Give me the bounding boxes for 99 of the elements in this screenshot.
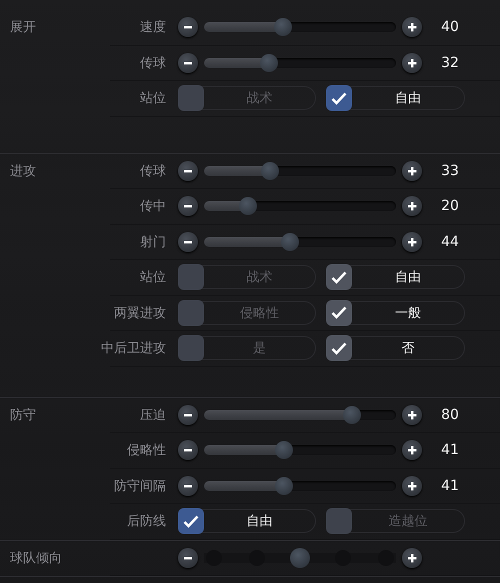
section-title: 球队倾向 (9, 550, 63, 566)
setting-label: 传中 (139, 198, 166, 216)
plus-icon (407, 22, 417, 32)
decrease-button[interactable] (178, 52, 198, 73)
checkbox[interactable] (178, 335, 204, 362)
slider-thumb[interactable] (238, 197, 257, 216)
decrease-button[interactable] (178, 404, 198, 425)
slider-value: 32 (440, 54, 460, 71)
option-label: 是 (252, 340, 267, 358)
slider-thumb[interactable] (260, 54, 278, 72)
slider-thumb[interactable] (280, 232, 299, 251)
slider-value: 41 (440, 478, 460, 494)
slider-track[interactable] (204, 196, 396, 216)
checkbox[interactable] (178, 264, 204, 290)
option-label: 一般 (394, 304, 422, 322)
slider-value: 40 (440, 19, 460, 36)
setting-label: 后防线 (126, 513, 166, 530)
option-pill[interactable]: 自由 (178, 509, 316, 534)
section-title: 展开 (9, 19, 37, 36)
slider-track[interactable] (204, 17, 396, 38)
slider-track[interactable] (204, 160, 396, 181)
setting-label: 传球 (139, 54, 166, 72)
check-icon (331, 92, 347, 105)
setting-label: 侵略性 (126, 442, 166, 460)
increase-button[interactable] (402, 196, 422, 216)
option-label: 侵略性 (239, 304, 280, 322)
slider-thumb[interactable] (275, 476, 294, 495)
plus-icon (407, 166, 417, 176)
option-label: 自由 (394, 269, 422, 286)
option-pill[interactable]: 自由 (326, 86, 465, 110)
slider-thumb[interactable] (275, 441, 294, 460)
check-icon (331, 342, 347, 355)
checkbox[interactable] (326, 85, 352, 112)
checkbox[interactable] (326, 508, 352, 534)
increase-button[interactable] (402, 52, 422, 73)
setting-label: 传球 (139, 162, 166, 180)
slider-track[interactable] (204, 476, 396, 496)
decrease-button[interactable] (178, 548, 198, 568)
plus-icon (407, 552, 417, 563)
decrease-button[interactable] (178, 440, 198, 460)
slider-track[interactable] (204, 440, 396, 460)
check-icon (331, 306, 347, 320)
decrease-button[interactable] (178, 17, 198, 38)
option-label: 自由 (246, 513, 274, 530)
slider-track[interactable] (204, 52, 396, 73)
slider-thumb[interactable] (343, 406, 362, 424)
slider-thumb[interactable] (261, 162, 280, 180)
setting-label: 站位 (139, 90, 166, 108)
decrease-button[interactable] (178, 232, 198, 252)
setting-label: 压迫 (139, 406, 166, 424)
decrease-button[interactable] (178, 196, 198, 216)
slider-track[interactable] (204, 232, 396, 252)
plus-icon (407, 201, 417, 212)
slider-value: 20 (440, 198, 460, 214)
setting-label: 防守间隔 (113, 478, 166, 495)
checkbox[interactable] (178, 508, 204, 534)
section-title: 防守 (9, 406, 37, 424)
setting-label: 两翼进攻 (113, 304, 166, 322)
increase-button[interactable] (402, 232, 422, 252)
plus-icon (407, 480, 417, 491)
setting-label: 速度 (139, 19, 166, 36)
slider-value: 41 (440, 442, 460, 458)
option-pill[interactable]: 自由 (326, 265, 465, 290)
setting-label: 中后卫进攻 (100, 340, 166, 358)
checkbox[interactable] (178, 300, 204, 326)
slider-value: 44 (440, 234, 460, 250)
slider-value: 80 (440, 406, 460, 423)
option-label: 战术 (246, 90, 274, 108)
checkbox[interactable] (178, 85, 204, 112)
increase-button[interactable] (402, 160, 422, 181)
option-label: 否 (400, 340, 416, 358)
setting-label: 站位 (139, 269, 166, 286)
checkbox[interactable] (326, 264, 352, 290)
increase-button[interactable] (402, 548, 422, 568)
checkbox[interactable] (326, 335, 352, 362)
slider-thumb[interactable] (290, 548, 310, 568)
setting-label: 射门 (139, 234, 166, 251)
option-label: 战术 (246, 269, 274, 286)
slider-value: 33 (440, 162, 460, 179)
option-label: 造越位 (388, 513, 428, 530)
increase-button[interactable] (402, 440, 422, 460)
option-pill[interactable]: 一般 (326, 300, 465, 325)
increase-button[interactable] (402, 17, 422, 38)
checkbox[interactable] (326, 300, 352, 326)
option-pill[interactable]: 否 (326, 336, 465, 360)
decrease-button[interactable] (178, 160, 198, 181)
increase-button[interactable] (402, 404, 422, 425)
check-icon (183, 514, 199, 528)
check-icon (331, 270, 347, 284)
slider-track[interactable] (204, 404, 396, 425)
plus-icon (407, 236, 417, 247)
plus-icon (407, 58, 417, 68)
option-label: 自由 (394, 90, 422, 108)
decrease-button[interactable] (178, 476, 198, 496)
slider-thumb[interactable] (274, 18, 292, 36)
plus-icon (407, 410, 417, 420)
increase-button[interactable] (402, 476, 422, 496)
plus-icon (407, 445, 417, 456)
section-title: 进攻 (9, 162, 37, 180)
